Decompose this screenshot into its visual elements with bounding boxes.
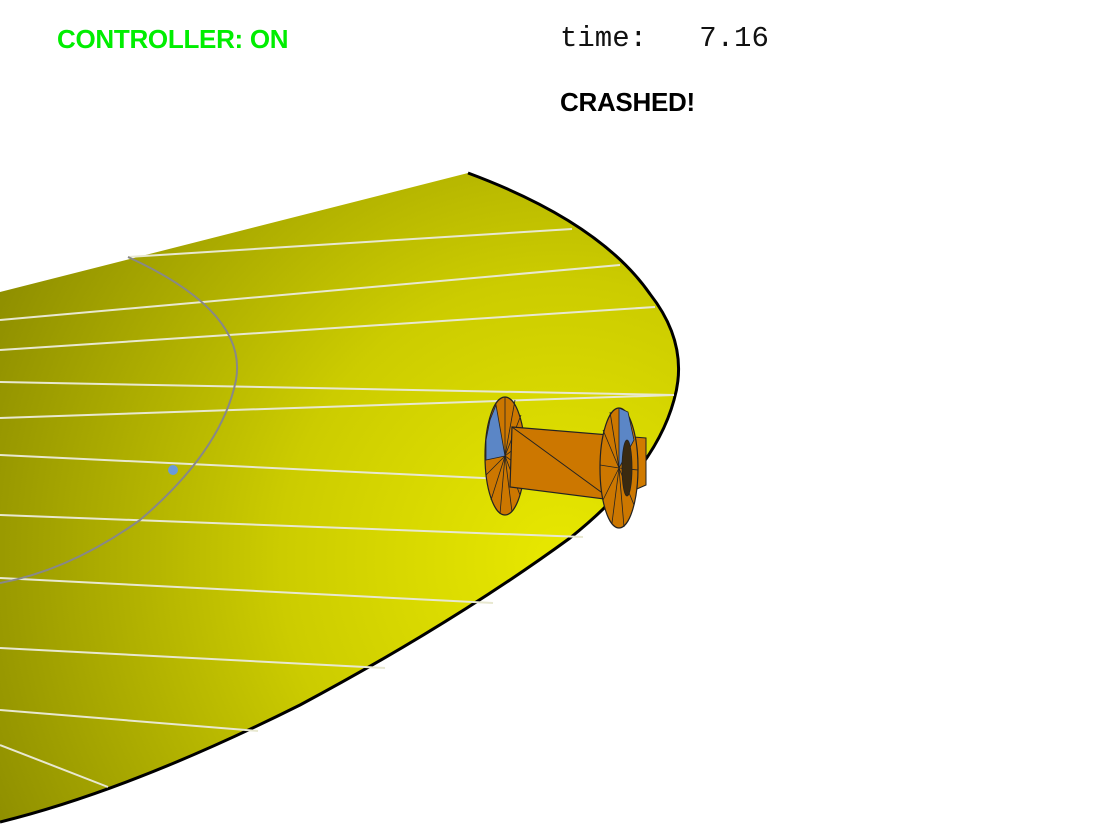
path-target-marker bbox=[168, 465, 178, 475]
simulation-viewport bbox=[0, 171, 681, 824]
track-surface bbox=[0, 173, 679, 822]
time-value: 7.16 bbox=[699, 22, 769, 55]
crash-status: CRASHED! bbox=[560, 87, 695, 117]
controller-status: CONTROLLER: ON bbox=[57, 24, 289, 54]
front-wheel bbox=[599, 407, 639, 529]
time-readout: time: 7.16 bbox=[560, 22, 769, 55]
time-label: time: bbox=[560, 22, 648, 55]
